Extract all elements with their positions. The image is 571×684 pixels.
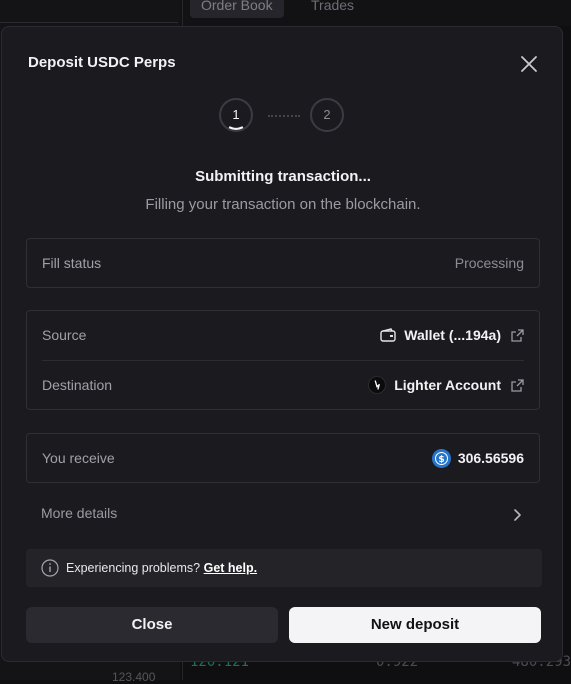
destination-label: Destination (42, 377, 113, 393)
external-link-icon[interactable] (511, 378, 524, 392)
source-row: Source Wallet (...194a) (42, 311, 524, 359)
fill-status-value: Processing (454, 255, 524, 271)
close-icon[interactable] (516, 51, 542, 77)
more-details-label: More details (41, 505, 118, 521)
left-panel-divider (0, 22, 178, 23)
new-deposit-button[interactable]: New deposit (289, 607, 541, 643)
help-text: Experiencing problems? (66, 561, 201, 575)
receive-row: You receive $ 306.56596 (42, 434, 524, 482)
route-card: Source Wallet (...194a) Destination Ligh… (26, 310, 540, 410)
deposit-modal: Deposit USDC Perps 1 2 Submitting transa… (1, 26, 563, 662)
status-subtitle: Filling your transaction on the blockcha… (145, 196, 421, 213)
receive-amount: 306.56596 (457, 450, 524, 466)
receive-label: You receive (42, 450, 115, 466)
wallet-icon (380, 328, 396, 342)
spinner-icon (228, 126, 244, 130)
usdc-icon: $ (431, 448, 451, 468)
tab-trades[interactable]: Trades (300, 0, 365, 18)
destination-value: Lighter Account (368, 361, 524, 409)
info-icon (41, 559, 59, 577)
step-2-label: 2 (323, 107, 331, 122)
receive-value: $ 306.56596 (431, 434, 524, 482)
svg-text:$: $ (438, 455, 444, 465)
step-connector (268, 115, 300, 117)
step-2: 2 (310, 98, 344, 132)
receive-card: You receive $ 306.56596 (26, 433, 540, 483)
source-value: Wallet (...194a) (380, 311, 524, 359)
status-title: Submitting transaction... (195, 168, 371, 185)
destination-account-text: Lighter Account (394, 377, 501, 393)
source-wallet-text: Wallet (...194a) (404, 327, 501, 343)
help-text-wrap: Experiencing problems? Get help. (66, 561, 257, 575)
external-link-icon[interactable] (511, 328, 524, 342)
tab-order-book[interactable]: Order Book (190, 0, 284, 18)
chevron-right-icon[interactable] (510, 507, 524, 523)
modal-title: Deposit USDC Perps (28, 54, 176, 71)
left-panel-value: 123.400 (112, 670, 156, 684)
get-help-link[interactable]: Get help. (204, 561, 257, 575)
destination-row: Destination Lighter Account (42, 361, 524, 409)
lighter-logo-icon (368, 376, 387, 394)
close-button[interactable]: Close (26, 607, 278, 643)
progress-stepper: 1 2 (219, 98, 345, 136)
help-banner: Experiencing problems? Get help. (26, 549, 542, 587)
fill-status-label: Fill status (42, 255, 102, 271)
fill-status-card: Fill status Processing (26, 238, 540, 288)
source-label: Source (42, 327, 87, 343)
fill-status-row: Fill status Processing (42, 239, 524, 287)
